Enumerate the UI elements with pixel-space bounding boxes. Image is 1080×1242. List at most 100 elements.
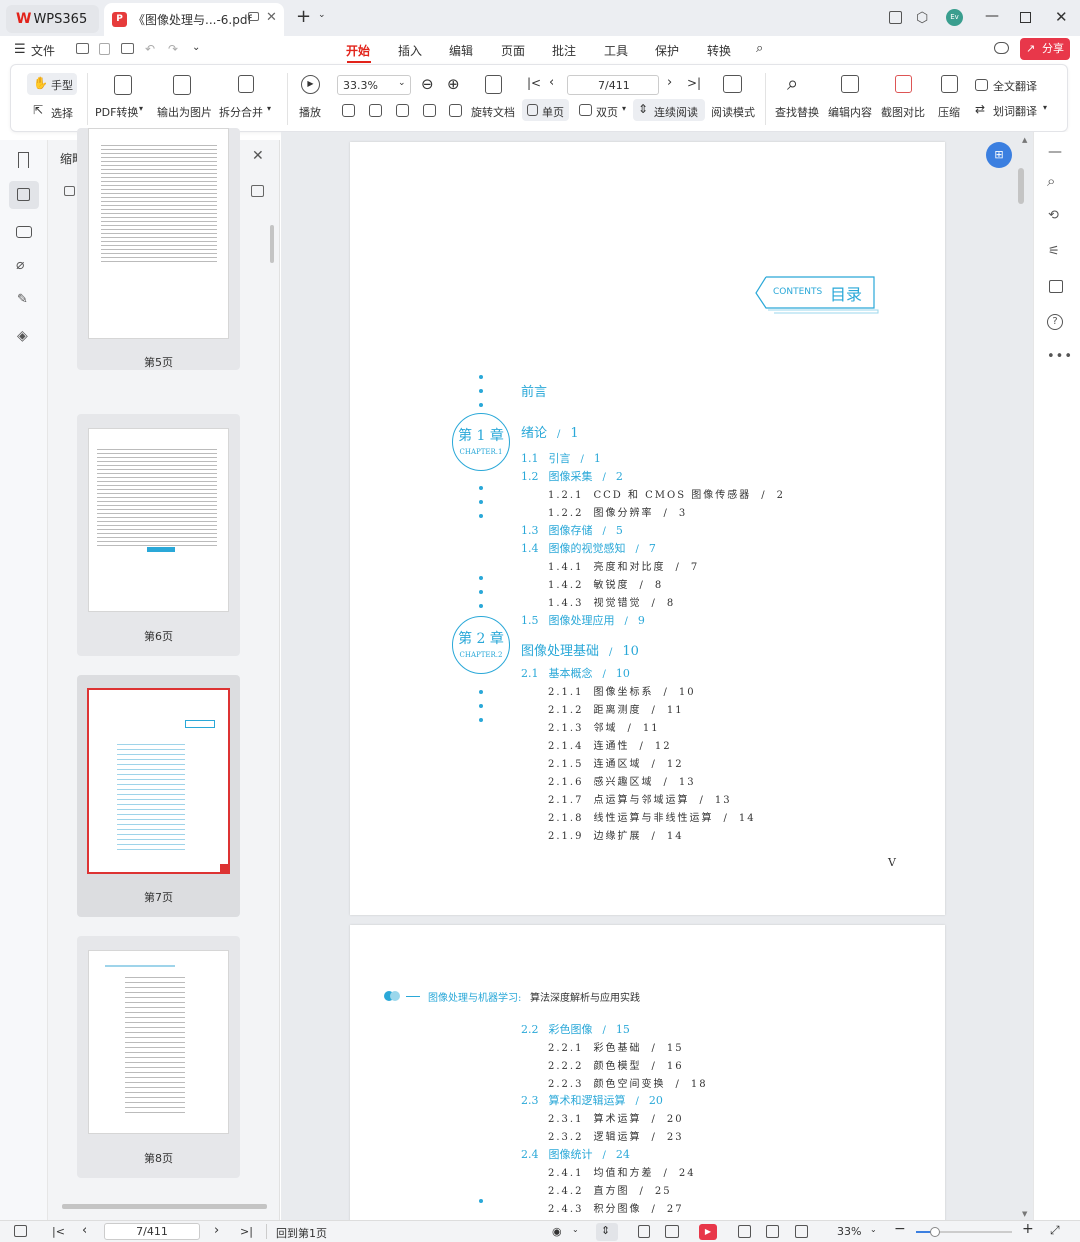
menu-file[interactable]: 文件 [31,42,55,59]
layers-icon[interactable]: ◈ [17,328,28,344]
thumbnail-page-7[interactable]: 第7页 [77,675,240,917]
scroll-down-icon[interactable]: ▼ [1022,1210,1027,1218]
minimize-icon[interactable]: — [985,8,999,24]
toc-entry[interactable]: 1.4 图像的视觉感知 / 7 [521,540,666,556]
print-icon[interactable] [121,43,134,54]
help-icon[interactable]: ? [1047,314,1063,330]
toc-entry[interactable]: 2.3 算术和逻辑运算 / 20 [521,1092,673,1108]
prev-page-icon[interactable]: ‹ [82,1223,87,1238]
settings-sliders-icon[interactable]: ⚟ [1048,244,1060,259]
actual-size-icon[interactable] [738,1225,751,1238]
toc-entry[interactable]: 2.1.6 感兴趣区域 / 13 [548,773,706,789]
scroll-up-icon[interactable]: ▲ [1022,136,1027,144]
toc-entry[interactable]: 2.1.3 邻域 / 11 [548,719,670,735]
new-tab-icon[interactable]: + [296,6,311,27]
double-page-button[interactable]: 双页 ▾ [574,99,630,121]
status-zoom-value[interactable]: 33% [837,1225,861,1238]
sidebar-toggle-icon[interactable] [14,1225,27,1237]
app-logo-tab[interactable]: W WPS365 [6,5,99,33]
toc-entry[interactable]: 2.1.8 线性运算与非线性运算 / 14 [548,809,766,825]
search-icon[interactable]: ⌕ [756,41,763,56]
floating-ai-button[interactable]: ⊞ [986,142,1012,168]
first-page-icon[interactable]: |< [52,1225,65,1238]
actual-size-icon[interactable] [342,104,355,117]
toc-entry[interactable]: 2.1.9 边缘扩展 / 14 [548,827,694,843]
open-folder-icon[interactable] [76,43,89,54]
toc-entry[interactable]: 2.4.1 均值和方差 / 24 [548,1164,706,1180]
save-icon[interactable] [99,43,110,55]
fullscreen-icon[interactable]: ⤢ [1050,1223,1060,1238]
continuous-read-button[interactable]: ⇕ 连续阅读 [633,99,705,121]
toc-entry[interactable]: 2.2.2 颜色模型 / 16 [548,1057,694,1073]
tab-tools[interactable]: 工具 [604,42,628,59]
comment-icon[interactable] [16,226,32,238]
toc-entry[interactable]: 前言 [521,381,557,400]
toc-entry[interactable]: 1.4.3 视觉错觉 / 8 [548,594,685,610]
toc-entry[interactable]: 1.2 图像采集 / 2 [521,468,633,484]
thumbnail-horizontal-scrollbar[interactable] [62,1204,267,1209]
play-icon[interactable]: ▶ [699,1224,717,1240]
single-page-button[interactable]: 单页 [522,99,569,121]
find-replace-button[interactable]: ⌕ 查找替换 [775,71,823,127]
redo-icon[interactable]: ↷ [168,42,178,56]
fit-width-icon[interactable] [396,104,409,117]
toc-entry[interactable]: 2.3.1 算术运算 / 20 [548,1110,694,1126]
toc-entry[interactable]: 图像处理基础 / 10 [521,640,649,659]
restore-tab-icon[interactable] [248,12,259,21]
toc-entry[interactable]: 绪论 / 1 [521,422,589,441]
read-mode-button[interactable]: 阅读模式 [709,71,759,127]
thumbnail-page-5[interactable]: 第5页 [77,128,240,370]
cube-icon[interactable]: ⬡ [916,10,928,26]
word-translate-button[interactable]: ⇄ 划词翻译 ▾ [975,102,1057,120]
single-page-view-icon[interactable] [638,1225,650,1238]
fit-page-icon[interactable] [766,1225,779,1238]
small-image-icon[interactable] [64,186,75,196]
zoom-out-icon[interactable]: − [894,1221,906,1237]
toc-entry[interactable]: 1.4.2 敏锐度 / 8 [548,576,673,592]
toc-entry[interactable]: 1.1 引言 / 1 [521,450,611,466]
hand-tool-button[interactable]: ✋ 手型 [27,73,77,95]
first-page-icon[interactable]: |< [527,76,541,90]
export-icon[interactable] [1049,280,1063,293]
compress-button[interactable]: 压缩 [933,71,967,127]
zoom-slider-thumb[interactable] [930,1227,940,1237]
toc-entry[interactable]: 2.4 图像统计 / 24 [521,1146,640,1162]
tab-convert[interactable]: 转换 [707,42,731,59]
back-to-first-page[interactable]: 回到第1页 [276,1225,327,1241]
more-chevron-icon[interactable]: ⌄ [192,42,200,53]
continuous-view-button[interactable]: ⇕ [596,1223,618,1241]
status-page-input[interactable]: 7/411 [104,1223,200,1240]
collapse-icon[interactable]: — [1048,144,1062,160]
toc-entry[interactable]: 2.3.2 逻辑运算 / 23 [548,1128,694,1144]
next-page-icon[interactable]: › [214,1223,219,1238]
toc-entry[interactable]: 2.1.5 连通区域 / 12 [548,755,694,771]
toc-entry[interactable]: 1.3 图像存储 / 5 [521,522,633,538]
toc-entry[interactable]: 2.4.3 积分图像 / 27 [548,1200,694,1216]
next-page-icon[interactable]: › [667,75,672,90]
fit-width-icon[interactable] [795,1225,808,1238]
chevron-down-icon[interactable]: ⌄ [572,1225,579,1234]
last-page-icon[interactable]: >| [240,1225,253,1238]
chevron-down-icon[interactable]: ⌄ [870,1225,877,1234]
toc-entry[interactable]: 2.1.2 距离测度 / 11 [548,701,694,717]
toc-entry[interactable]: 2.1.1 图像坐标系 / 10 [548,683,706,699]
last-page-icon[interactable]: >| [687,76,701,90]
toc-entry[interactable]: 1.2.2 图像分辨率 / 3 [548,504,697,520]
window-layout-icon[interactable] [889,11,902,24]
zoom-in-icon[interactable]: + [1022,1221,1034,1237]
toc-entry[interactable]: 2.4.2 直方图 / 25 [548,1182,682,1198]
rotate-left-icon[interactable] [423,104,436,117]
tab-protect[interactable]: 保护 [655,42,679,59]
thumbnail-page-6[interactable]: 第6页 [77,414,240,656]
tab-insert[interactable]: 插入 [398,42,422,59]
toc-entry[interactable]: 1.5 图像处理应用 / 9 [521,612,655,628]
fit-page-icon[interactable] [369,104,382,117]
thumbnail-page-8[interactable]: 第8页 [77,936,240,1178]
toc-entry[interactable]: 2.1.4 连通性 / 12 [548,737,682,753]
zoom-in-icon[interactable]: ⊕ [447,75,460,93]
close-window-icon[interactable]: ✕ [1055,8,1068,26]
toc-entry[interactable]: 2.1.7 点运算与邻域运算 / 13 [548,791,742,807]
toc-entry[interactable]: 1.4.1 亮度和对比度 / 7 [548,558,709,574]
tab-home[interactable]: 开始 [346,42,370,59]
toc-entry[interactable]: 2.1 基本概念 / 10 [521,665,640,681]
